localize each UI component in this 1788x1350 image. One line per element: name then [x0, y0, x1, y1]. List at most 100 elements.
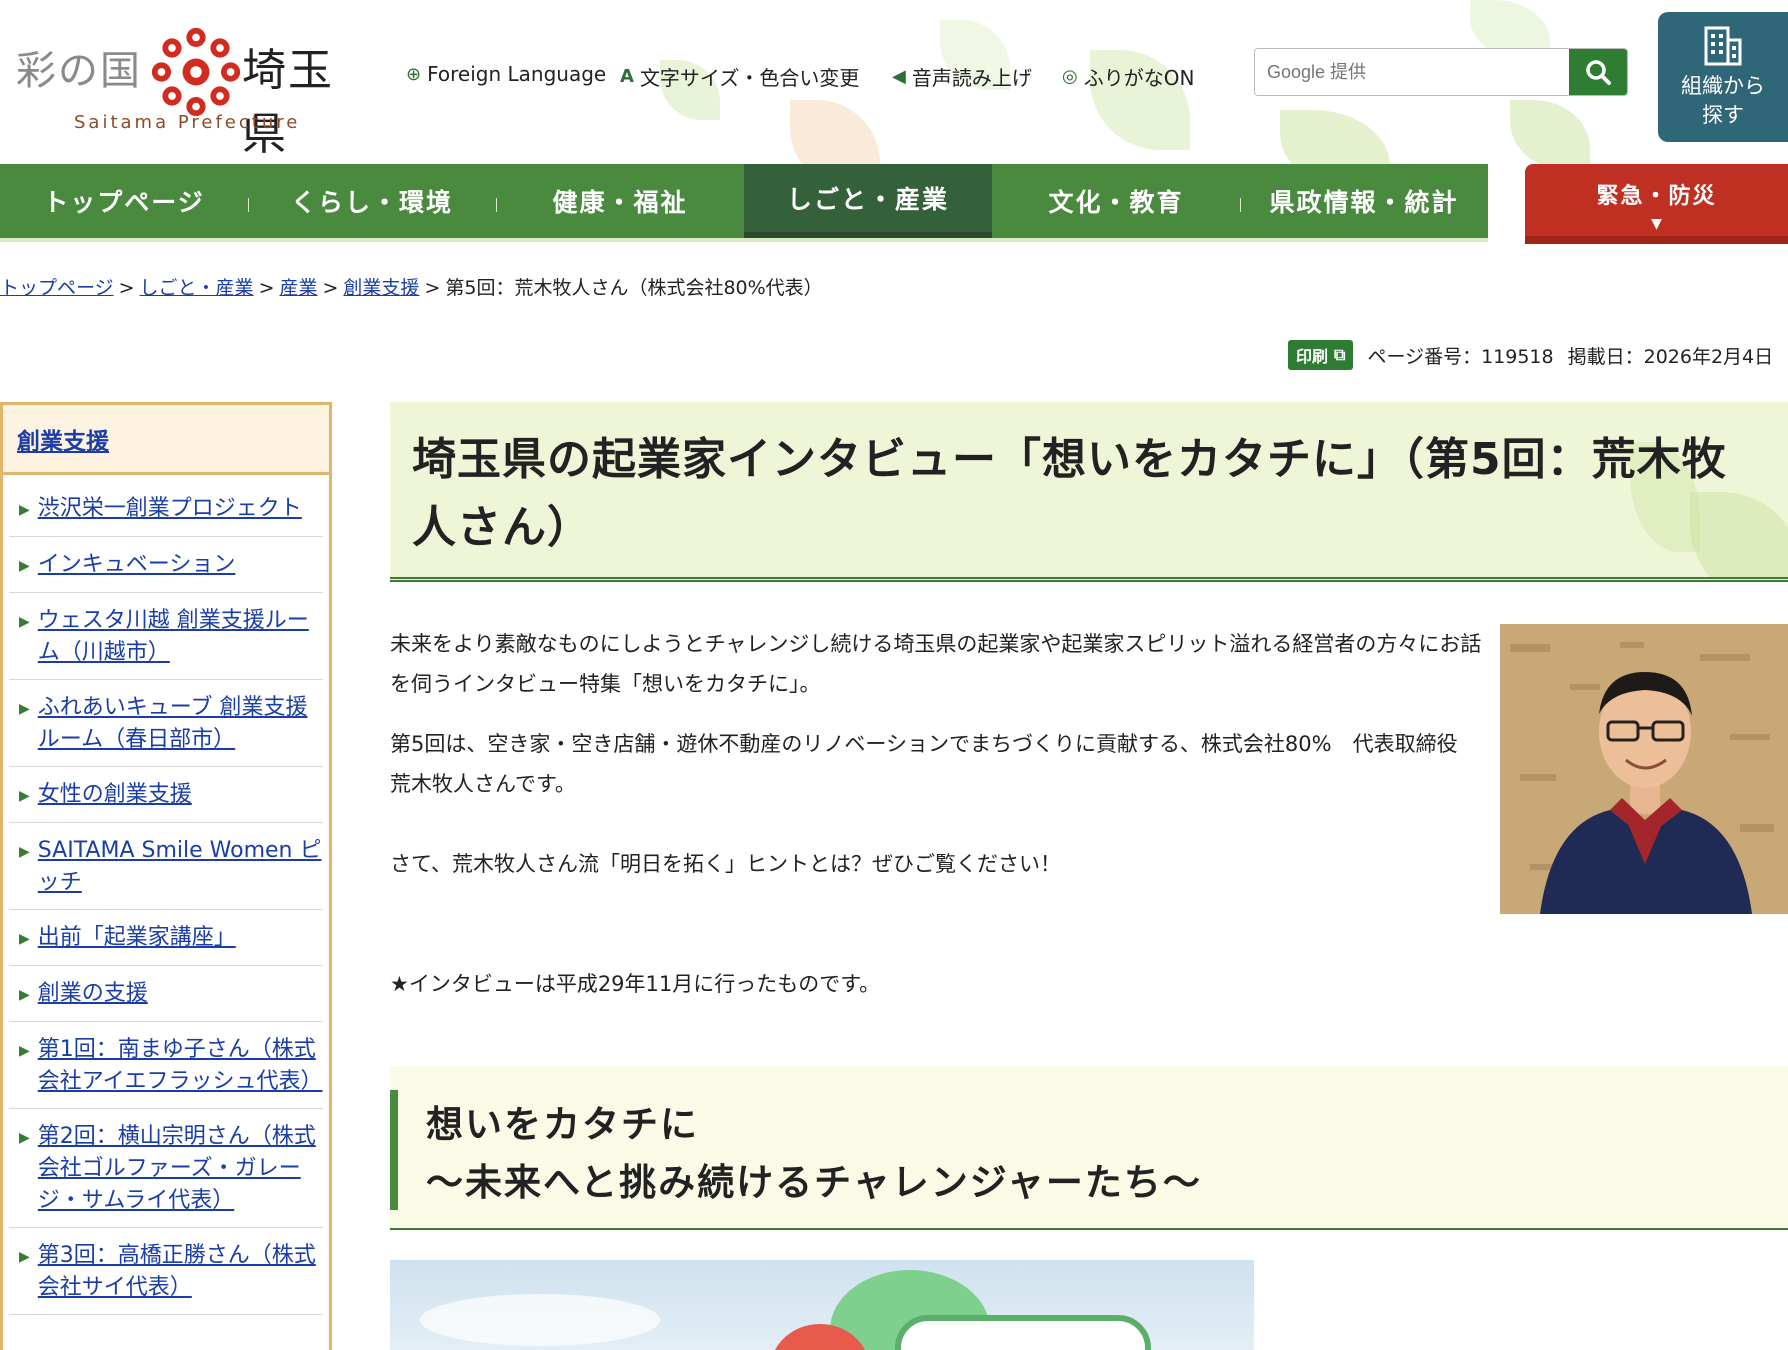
nav-item-government-statistics[interactable]: 県政情報・統計	[1240, 164, 1488, 238]
chevron-down-icon: ▼	[1651, 216, 1662, 232]
sidebar-item: ▶ 第3回：高橋正勝さん（株式会社サイ代表）	[9, 1228, 323, 1315]
sidebar-item-link[interactable]: 第2回：横山宗明さん（株式会社ゴルファーズ・ガレージ・サムライ代表）	[38, 1121, 323, 1217]
sidebar-item: ▶ 出前「起業家講座」	[9, 910, 323, 966]
triangle-right-icon: ▶	[19, 1043, 30, 1059]
search-button[interactable]	[1569, 49, 1627, 95]
breadcrumb-link-industry[interactable]: 産業	[279, 277, 317, 299]
text-size-color-link[interactable]: A 文字サイズ・色合い変更	[620, 62, 859, 91]
triangle-right-icon: ▶	[19, 1249, 30, 1265]
page-title: 埼玉県の起業家インタビュー「想いをカタチに」（第5回：荒木牧人さん）	[412, 434, 1727, 553]
breadcrumb-link-startup-support[interactable]: 創業支援	[343, 277, 419, 299]
site-header: 彩の国 埼玉県 Saitama Prefecture ⊕ Foreign Lan…	[0, 0, 1788, 164]
banner-image-icon	[420, 1270, 1151, 1350]
portrait-image-icon	[1500, 624, 1788, 914]
furigana-link[interactable]: ◎ ふりがなON	[1062, 62, 1194, 91]
section-heading-line1: 想いをカタチに	[426, 1103, 699, 1146]
page-title-box: 埼玉県の起業家インタビュー「想いをカタチに」（第5回：荒木牧人さん）	[390, 402, 1788, 582]
global-nav: トップページ くらし・環境 健康・福祉 しごと・産業 文化・教育 県政情報・統計	[0, 164, 1488, 242]
sidebar-item-link[interactable]: 創業の支援	[38, 978, 148, 1011]
sidebar: 創業支援 ▶ 渋沢栄一創業プロジェクト ▶ インキュベーション ▶ ウェスタ川越 創業…	[0, 402, 332, 1350]
sidebar-item: ▶ 創業の支援	[9, 966, 323, 1022]
nav-item-life-environment[interactable]: くらし・環境	[248, 164, 496, 238]
sidebar-heading-link[interactable]: 創業支援	[17, 422, 109, 456]
triangle-right-icon: ▶	[19, 502, 30, 518]
prefecture-emblem-icon	[151, 27, 241, 117]
section-heading-accent	[390, 1090, 398, 1210]
breadcrumb-separator: >	[258, 277, 275, 299]
nav-item-top[interactable]: トップページ	[0, 164, 248, 238]
sidebar-item: ▶ インキュベーション	[9, 537, 323, 593]
speaker-icon: ◀	[892, 66, 906, 87]
page-meta: 印刷 ⧉ ページ番号：119518 掲載日：2026年2月4日	[1288, 340, 1773, 370]
leaf-decoration	[790, 100, 880, 164]
sidebar-item: ▶ 渋沢栄一創業プロジェクト	[9, 481, 323, 537]
site-logo[interactable]: 彩の国 埼玉県 Saitama Prefecture	[16, 20, 376, 160]
emergency-disaster-button[interactable]: 緊急・防災 ▼	[1525, 164, 1788, 244]
leaf-decoration	[1280, 110, 1390, 164]
triangle-right-icon: ▶	[19, 701, 30, 717]
leaf-decoration	[1510, 100, 1590, 164]
sidebar-heading: 創業支援	[3, 405, 329, 475]
emergency-label: 緊急・防災	[1596, 184, 1717, 209]
sidebar-item-link[interactable]: ふれあいキューブ 創業支援ルーム（春日部市）	[38, 692, 323, 756]
sidebar-item-link[interactable]: SAITAMA Smile Women ピッチ	[38, 835, 323, 899]
globe-icon: ⊕	[406, 63, 422, 85]
interviewee-photo	[1500, 624, 1788, 914]
sidebar-item-link[interactable]: ウェスタ川越 創業支援ルーム（川越市）	[38, 605, 323, 669]
breadcrumb: トップページ > しごと・産業 > 産業 > 創業支援 > 第5回：荒木牧人さん（株式会社80%…	[0, 273, 823, 300]
page-number: ページ番号：119518	[1367, 345, 1554, 368]
posted-date: 掲載日：2026年2月4日	[1567, 345, 1774, 368]
org-button-line1: 組織から	[1681, 74, 1765, 98]
sidebar-item: ▶ 第1回：南まゆ子さん（株式会社アイエフラッシュ代表）	[9, 1022, 323, 1109]
search-icon	[1586, 60, 1611, 85]
sidebar-item-link[interactable]: 出前「起業家講座」	[38, 922, 236, 955]
sidebar-item-link[interactable]: 渋沢栄一創業プロジェクト	[38, 493, 302, 526]
sidebar-list: ▶ 渋沢栄一創業プロジェクト ▶ インキュベーション ▶ ウェスタ川越 創業支援ルーム…	[3, 475, 329, 1315]
org-button-line2: 探す	[1702, 103, 1744, 127]
breadcrumb-link-work-industry[interactable]: しごと・産業	[140, 277, 254, 299]
triangle-right-icon: ▶	[19, 844, 30, 860]
logo-text-sainokuni: 彩の国	[16, 48, 142, 94]
search-input[interactable]	[1255, 49, 1569, 95]
search-by-organization-button[interactable]: 組織から 探す	[1658, 12, 1788, 142]
logo-text-saitama: 埼玉県	[242, 45, 334, 160]
sidebar-item-link[interactable]: 第3回：高橋正勝さん（株式会社サイ代表）	[38, 1240, 323, 1304]
nav-item-health-welfare[interactable]: 健康・福祉	[496, 164, 744, 238]
breadcrumb-separator: >	[322, 277, 339, 299]
section-heading-line2: ～未来へと挑み続けるチャレンジャーたち～	[426, 1161, 1202, 1204]
sidebar-item-link[interactable]: 第1回：南まゆ子さん（株式会社アイエフラッシュ代表）	[38, 1034, 323, 1098]
foreign-language-link[interactable]: ⊕ Foreign Language	[406, 62, 606, 86]
logo-subtitle: Saitama Prefecture	[74, 112, 301, 133]
building-icon	[1704, 26, 1742, 66]
breadcrumb-current: 第5回：荒木牧人さん（株式会社80%代表）	[445, 277, 823, 299]
print-button[interactable]: 印刷 ⧉	[1288, 340, 1354, 370]
section-heading-box: 想いをカタチに ～未来へと挑み続けるチャレンジャーたち～	[390, 1066, 1788, 1230]
text-size-icon: A	[620, 66, 634, 87]
sidebar-item: ▶ SAITAMA Smile Women ピッチ	[9, 823, 323, 910]
sidebar-item: ▶ 女性の創業支援	[9, 767, 323, 823]
breadcrumb-separator: >	[424, 277, 441, 299]
sidebar-item-link[interactable]: 女性の創業支援	[38, 779, 192, 812]
site-search	[1254, 48, 1628, 96]
triangle-right-icon: ▶	[19, 558, 30, 574]
breadcrumb-separator: >	[118, 277, 135, 299]
read-aloud-link[interactable]: ◀ 音声読み上げ	[892, 62, 1032, 91]
triangle-right-icon: ▶	[19, 1130, 30, 1146]
nav-item-work-industry[interactable]: しごと・産業	[744, 164, 992, 238]
sidebar-item: ▶ ふれあいキューブ 創業支援ルーム（春日部市）	[9, 680, 323, 767]
intro-paragraph-1: 未来をより素敵なものにしようとチャレンジし続ける埼玉県の起業家や起業家スピリット…	[390, 632, 1482, 696]
sidebar-item: ▶ ウェスタ川越 創業支援ルーム（川越市）	[9, 593, 323, 680]
sidebar-item: ▶ 第2回：横山宗明さん（株式会社ゴルファーズ・ガレージ・サムライ代表）	[9, 1109, 323, 1228]
intro-paragraph-2: 第5回は、空き家・空き店舗・遊休不動産のリノベーションでまちづくりに貢献する、株…	[390, 732, 1479, 796]
triangle-right-icon: ▶	[19, 931, 30, 947]
breadcrumb-link-top[interactable]: トップページ	[0, 277, 114, 299]
triangle-right-icon: ▶	[19, 987, 30, 1003]
furigana-icon: ◎	[1062, 66, 1078, 87]
nav-item-culture-education[interactable]: 文化・教育	[992, 164, 1240, 238]
triangle-right-icon: ▶	[19, 614, 30, 630]
feature-banner-image	[390, 1260, 1254, 1350]
sidebar-item-link[interactable]: インキュベーション	[38, 549, 236, 582]
triangle-right-icon: ▶	[19, 788, 30, 804]
interview-note: ★インタビューは平成29年11月に行ったものです。	[390, 972, 881, 996]
intro-paragraph-3: さて、荒木牧人さん流「明日を拓く」ヒントとは？ぜひご覧ください！	[390, 852, 1061, 876]
